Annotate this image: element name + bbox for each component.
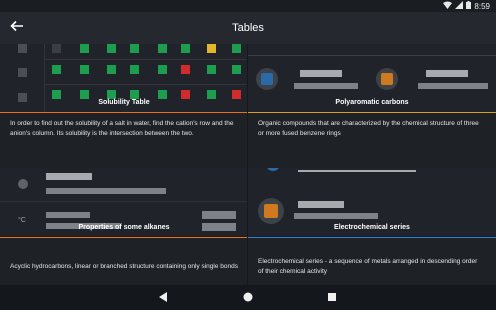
grid-cell — [158, 65, 167, 74]
card-description: In order to find out the solubility of a… — [0, 113, 248, 168]
grid-cell — [181, 90, 190, 99]
signal-icon — [455, 1, 464, 11]
row-divider — [248, 55, 496, 56]
grid-cell — [130, 65, 139, 74]
navigation-bar — [0, 285, 496, 310]
celsius-icon: °C — [18, 217, 26, 224]
preview-bar — [294, 83, 358, 89]
grid-cell — [207, 44, 216, 53]
molecule-thumb — [266, 168, 280, 171]
grid-cell — [107, 44, 116, 53]
preview-bar — [46, 173, 92, 180]
battery-icon — [466, 1, 472, 11]
preview-bar — [418, 83, 488, 89]
card-description: Acyclic hydrocarbons, linear or branched… — [0, 238, 248, 285]
grid-cell — [207, 65, 216, 74]
grid-cell — [52, 90, 61, 99]
preview-bar — [46, 188, 166, 194]
grid-cell — [107, 90, 116, 99]
page-title: Tables — [232, 22, 264, 34]
grid-cell — [80, 90, 89, 99]
grid-cell — [80, 65, 89, 74]
row-marker — [18, 68, 27, 77]
row-divider — [0, 201, 248, 202]
grid-cell — [107, 65, 116, 74]
grid-line — [44, 59, 248, 60]
card-title: Electrochemical series — [334, 224, 410, 231]
preview-bar — [298, 201, 344, 208]
circle-home-icon[interactable] — [242, 292, 254, 304]
card-polyaromatic-carbons[interactable]: Polyaromatic carbons Organic compounds t… — [248, 44, 496, 168]
preview-bar — [294, 213, 378, 219]
grid-cell — [130, 90, 139, 99]
grid-cell — [232, 44, 241, 53]
grid-cell — [80, 44, 89, 53]
grid-cell — [181, 44, 190, 53]
wifi-icon — [443, 1, 453, 11]
grid-cell — [158, 90, 167, 99]
square-recents-icon[interactable] — [326, 292, 338, 304]
card-title: Solubility Table — [98, 99, 150, 106]
molecule-thumb — [256, 68, 278, 90]
card-title: Polyaromatic carbons — [335, 99, 409, 106]
grid-cell — [232, 90, 241, 99]
grid-cell — [181, 65, 190, 74]
grid-cell — [130, 44, 139, 53]
status-icons: 8:59 — [443, 1, 490, 11]
dot-icon — [18, 179, 28, 189]
preview-bar — [426, 70, 468, 77]
grid-line — [44, 84, 248, 85]
preview-bar — [300, 70, 342, 77]
status-bar: 8:59 — [0, 0, 496, 12]
grid-cell — [207, 90, 216, 99]
preview-bar — [298, 170, 416, 172]
card-properties-of-alkanes[interactable]: °C Properties of some alkanes Acyclic hy… — [0, 168, 248, 285]
card-solubility-table[interactable]: Solubility Table In order to find out th… — [0, 44, 248, 168]
row-marker — [18, 44, 27, 53]
card-electrochemical-series[interactable]: Electrochemical series Electrochemical s… — [248, 168, 496, 285]
card-description: Electrochemical series - a sequence of m… — [248, 238, 496, 285]
card-title: Properties of some alkanes — [78, 224, 170, 231]
app-bar: Tables — [0, 12, 496, 44]
preview-bar — [46, 212, 90, 218]
grid-cell — [52, 44, 61, 53]
card-description: Organic compounds that are characterized… — [248, 113, 496, 168]
preview-bar — [202, 211, 236, 219]
grid-cell — [52, 65, 61, 74]
grid-cell — [158, 44, 167, 53]
molecule-thumb — [376, 68, 398, 90]
status-time: 8:59 — [474, 1, 490, 11]
grid-cell — [232, 65, 241, 74]
triangle-back-icon[interactable] — [157, 292, 169, 304]
molecule-thumb — [258, 198, 284, 224]
column-divider — [247, 44, 248, 285]
